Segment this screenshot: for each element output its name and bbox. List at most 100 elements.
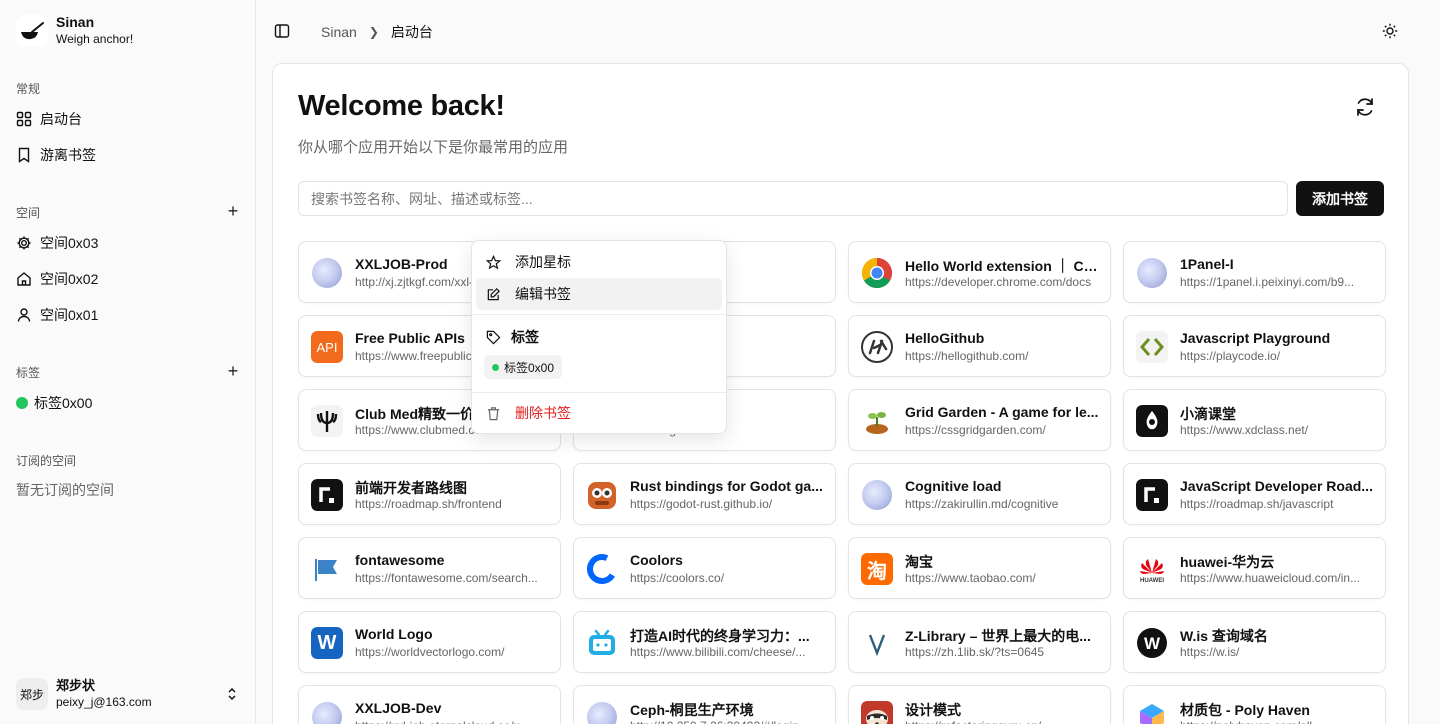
- bookmark-title: 前端开发者路线图: [355, 480, 467, 496]
- bookmark-card[interactable]: Grid Garden - A game for le... https://cs…: [848, 389, 1111, 451]
- chevron-up-down-icon: [228, 687, 236, 701]
- bookmark-card[interactable]: 淘淘宝 https://www.taobao.com/: [848, 537, 1111, 599]
- sidebar-item-label: 空间0x01: [40, 307, 99, 323]
- zlib-icon: [861, 627, 893, 659]
- bookmark-url: https://www.bilibili.com/cheese/...: [630, 645, 806, 659]
- bookmark-card[interactable]: JavaScript Developer Road... https://road…: [1123, 463, 1386, 525]
- bookmark-url: https://www.taobao.com/: [905, 571, 1036, 585]
- brand[interactable]: Sinan Weigh anchor!: [16, 14, 133, 47]
- bookmark-title: 淘宝: [905, 554, 933, 570]
- roadmap-icon: [311, 479, 343, 511]
- bookmark-card[interactable]: 设计模式https://refactoringguru.cn/: [848, 685, 1111, 724]
- bookmark-url: https://coolors.co/: [630, 571, 725, 585]
- sidebar-toggle-icon[interactable]: [274, 23, 290, 39]
- bookmark-card[interactable]: fontawesome https://fontawesome.com/searc…: [298, 537, 561, 599]
- bookmark-card[interactable]: 材质包 - Poly Havenhttps://polyhaven.com/al…: [1123, 685, 1386, 724]
- bookmark-url: https://www.xdclass.net/: [1180, 423, 1309, 437]
- bookmark-url: https://playcode.io/: [1180, 349, 1281, 363]
- bookmark-card[interactable]: Rust bindings for Godot ga... https://god…: [573, 463, 836, 525]
- bookmark-title: Javascript Playground: [1180, 330, 1331, 346]
- search-input[interactable]: [298, 181, 1288, 216]
- bookmark-url: https://xxl-job.eternalcloud.co/x: [355, 719, 551, 724]
- sidebar-item-launchpad[interactable]: 启动台: [8, 103, 248, 135]
- bookmark-title: 材质包 - Poly Haven: [1180, 702, 1310, 718]
- add-bookmark-button[interactable]: 添加书签: [1296, 181, 1384, 216]
- worldlogo-icon: W: [311, 627, 343, 659]
- bookmark-card[interactable]: Hello World extension ｜ Ch... https://dev…: [848, 241, 1111, 303]
- sidebar-item-label: 空间0x03: [40, 235, 99, 251]
- tag-icon: [486, 330, 501, 344]
- sun-icon[interactable]: [1382, 23, 1398, 39]
- bookmark-card[interactable]: Z-Library – 世界上最大的电... https://zh.1lib.sk…: [848, 611, 1111, 673]
- section-tags-label: 标签: [16, 366, 41, 380]
- bookmark-url: http://10.250.7.26:30493/#/login: [630, 719, 826, 724]
- hellogithub-icon: [861, 331, 893, 363]
- bookmark-card[interactable]: Ceph-桐昆生产环境http://10.250.7.26:30493/#/lo…: [573, 685, 836, 724]
- bookmark-url: https://hellogithub.com/: [905, 349, 1029, 363]
- bilibili-icon: [586, 627, 618, 659]
- bookmark-card[interactable]: 1Panel-I https://1panel.i.peixinyi.com/b9…: [1123, 241, 1386, 303]
- breadcrumb: Sinan ❯ 启动台: [321, 22, 433, 42]
- globe-icon: [1136, 257, 1168, 289]
- bookmark-card[interactable]: Cognitive load https://zakirullin.md/cogn…: [848, 463, 1111, 525]
- menu-item-label: 删除书签: [515, 405, 571, 421]
- bookmark-card[interactable]: HelloGithub https://hellogithub.com/: [848, 315, 1111, 377]
- brand-title: Sinan: [56, 14, 95, 30]
- bookmark-card[interactable]: W W.is 查询域名 https://w.is/: [1123, 611, 1386, 673]
- tag-color-dot: [492, 363, 499, 371]
- svg-text:W: W: [1144, 634, 1161, 653]
- taobao-icon: 淘: [861, 553, 893, 585]
- bookmark-title: Ceph-桐昆生产环境: [630, 702, 754, 718]
- bookmark-card[interactable]: 小滴课堂 https://www.xdclass.net/: [1123, 389, 1386, 451]
- sidebar: Sinan Weigh anchor! 常规 启动台 游离书签 空间 + 空间0…: [0, 0, 256, 724]
- bookmark-context-menu: 添加星标 编辑书签 标签 标签0x00 删除书签: [471, 240, 727, 434]
- user-menu[interactable]: 郑步 郑步状 peixy_j@163.com: [8, 674, 248, 714]
- section-subscribed-label: 订阅的空间: [16, 454, 77, 468]
- bookmark-title: JavaScript Developer Road...: [1180, 478, 1373, 494]
- bookmark-title: Z-Library – 世界上最大的电...: [905, 628, 1091, 644]
- tag-chip[interactable]: 标签0x00: [484, 355, 563, 379]
- bookmark-card[interactable]: Coolors https://coolors.co/: [573, 537, 836, 599]
- api-icon: API: [311, 331, 343, 363]
- sidebar-item-space-0x03[interactable]: 空间0x03: [8, 227, 248, 259]
- trash-icon: [487, 406, 500, 420]
- bookmark-url: https://refactoringguru.cn/: [905, 719, 1101, 724]
- bookmark-card[interactable]: XXLJOB-Dev https://xxl-job.eternalcloud.c…: [298, 685, 561, 724]
- globe-icon: [311, 701, 343, 724]
- subscribed-empty-note: 暂无订阅的空间: [16, 482, 114, 498]
- user-icon: [17, 308, 31, 322]
- fontawesome-icon: [311, 553, 343, 585]
- bookmark-url: https://godot-rust.github.io/: [630, 497, 773, 511]
- globe-icon: [586, 701, 618, 724]
- bookmark-card[interactable]: HUAWEI huawei-华为云 https://www.huaweicloud.…: [1123, 537, 1386, 599]
- menu-item-star[interactable]: 添加星标: [476, 246, 722, 278]
- add-space-icon[interactable]: +: [225, 202, 241, 220]
- bookmark-title: World Logo: [355, 626, 433, 642]
- tag-chip-label: 标签0x00: [504, 360, 555, 375]
- refresh-icon[interactable]: [1354, 96, 1376, 118]
- grid-icon: [16, 111, 32, 127]
- bookmark-url: https://cssgridgarden.com/: [905, 423, 1046, 437]
- bookmark-card[interactable]: 前端开发者路线图 https://roadmap.sh/frontend: [298, 463, 561, 525]
- bookmark-title: Hello World extension ｜ Ch...: [905, 258, 1101, 274]
- sidebar-item-space-0x02[interactable]: 空间0x02: [8, 263, 248, 295]
- menu-item-delete[interactable]: 删除书签: [476, 397, 722, 429]
- menu-divider: [472, 392, 726, 393]
- sidebar-item-free-bookmarks[interactable]: 游离书签: [8, 139, 248, 171]
- page-title: Welcome back!: [298, 90, 505, 122]
- bookmark-url: https://zh.1lib.sk/?ts=0645: [905, 645, 1045, 659]
- add-tag-icon[interactable]: +: [225, 362, 241, 380]
- menu-divider: [472, 314, 726, 315]
- section-general-label: 常规: [16, 82, 41, 96]
- bookmark-url: https://zakirullin.md/cognitive: [905, 497, 1059, 511]
- bookmark-grid: XXLJOB-Prod http://xj.zjtkgf.com/xxl-job-…: [298, 241, 1386, 724]
- bookmark-card[interactable]: W World Logo https://worldvectorlogo.com/: [298, 611, 561, 673]
- menu-item-edit[interactable]: 编辑书签: [476, 278, 722, 310]
- bookmark-title: 1Panel-I: [1180, 256, 1234, 272]
- bookmark-card[interactable]: Javascript Playground https://playcode.io…: [1123, 315, 1386, 377]
- sidebar-item-space-0x01[interactable]: 空间0x01: [8, 299, 248, 331]
- bookmark-card[interactable]: 打造AI时代的终身学习力：... https://www.bilibili.com…: [573, 611, 836, 673]
- breadcrumb-root[interactable]: Sinan: [321, 24, 357, 40]
- sidebar-item-tag-0x00[interactable]: 标签0x00: [8, 387, 248, 419]
- bookmark-url: https://w.is/: [1180, 645, 1240, 659]
